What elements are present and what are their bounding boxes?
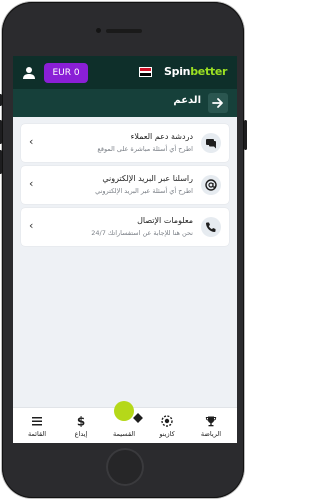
volume-down-button: [0, 150, 2, 174]
dollar-icon: $: [77, 415, 85, 427]
chevron-left-icon: ‹: [29, 219, 34, 232]
spinbetter-logo[interactable]: Spinbetter: [164, 65, 227, 78]
page-title: الدعم: [173, 95, 201, 106]
trophy-icon: [205, 416, 217, 427]
app-screen: EUR 0 Spinbetter الدعم ‹ دردشة دعم العمل…: [13, 56, 237, 443]
earpiece-speaker: [106, 29, 142, 33]
nav-label: كازينو: [159, 430, 175, 438]
home-button[interactable]: [106, 448, 144, 486]
nav-sports[interactable]: الرياضة: [191, 408, 231, 443]
support-item-title: معلومات الإتصال: [137, 216, 193, 225]
logo-better-text: better: [190, 65, 228, 78]
svg-text:$: $: [77, 415, 85, 427]
support-item-subtitle: نحن هنا للإجابة عن استفساراتك 24/7: [91, 229, 193, 237]
chevron-left-icon: ‹: [29, 135, 34, 148]
support-item-subtitle: اطرح أي أسئلة مباشرة على الموقع: [97, 145, 193, 153]
arrow-right-icon: [212, 98, 223, 108]
nav-menu[interactable]: القائمة: [17, 408, 57, 443]
at-icon: [201, 175, 221, 195]
phone-icon: [201, 217, 221, 237]
chevron-left-icon: ‹: [29, 177, 34, 190]
nav-label: القسيمة: [112, 430, 136, 438]
support-item-subtitle: اطرح أي أسئلة عبر البريد الإلكتروني: [95, 187, 193, 195]
support-item-live-chat[interactable]: ‹ دردشة دعم العملاء اطرح أي أسئلة مباشرة…: [21, 124, 229, 162]
user-icon[interactable]: [22, 66, 36, 80]
nav-coupon[interactable]: القسيمة: [104, 401, 144, 443]
menu-icon: [32, 417, 42, 426]
support-item-contact-info[interactable]: ‹ معلومات الإتصال نحن هنا للإجابة عن است…: [21, 208, 229, 246]
flag-egypt-icon[interactable]: [139, 67, 152, 77]
phone-frame: EUR 0 Spinbetter الدعم ‹ دردشة دعم العمل…: [0, 2, 247, 498]
nav-deposit[interactable]: $ إيداع: [61, 408, 101, 443]
mute-switch: [0, 94, 2, 106]
support-item-title: دردشة دعم العملاء: [130, 132, 193, 141]
page-header: الدعم: [13, 89, 237, 117]
bottom-navigation: القائمة $ إيداع القسيمة كازينو الرياضة: [13, 401, 237, 443]
volume-up-button: [0, 120, 2, 144]
nav-label: القائمة: [27, 430, 47, 438]
front-camera: [96, 28, 101, 33]
top-bar: EUR 0 Spinbetter: [13, 56, 237, 89]
nav-label: إيداع: [74, 430, 88, 438]
chat-icon: [201, 133, 221, 153]
coupon-icon: [114, 401, 143, 423]
balance-button[interactable]: EUR 0: [44, 63, 88, 83]
casino-chip-icon: [161, 415, 173, 427]
support-item-title: راسلنا عبر البريد الإلكتروني: [102, 174, 193, 183]
power-button: [244, 120, 247, 150]
nav-label: الرياضة: [200, 430, 222, 438]
back-button[interactable]: [208, 93, 228, 113]
nav-casino[interactable]: كازينو: [147, 408, 187, 443]
logo-spin-text: Spin: [164, 65, 191, 78]
support-item-email[interactable]: ‹ راسلنا عبر البريد الإلكتروني اطرح أي أ…: [21, 166, 229, 204]
